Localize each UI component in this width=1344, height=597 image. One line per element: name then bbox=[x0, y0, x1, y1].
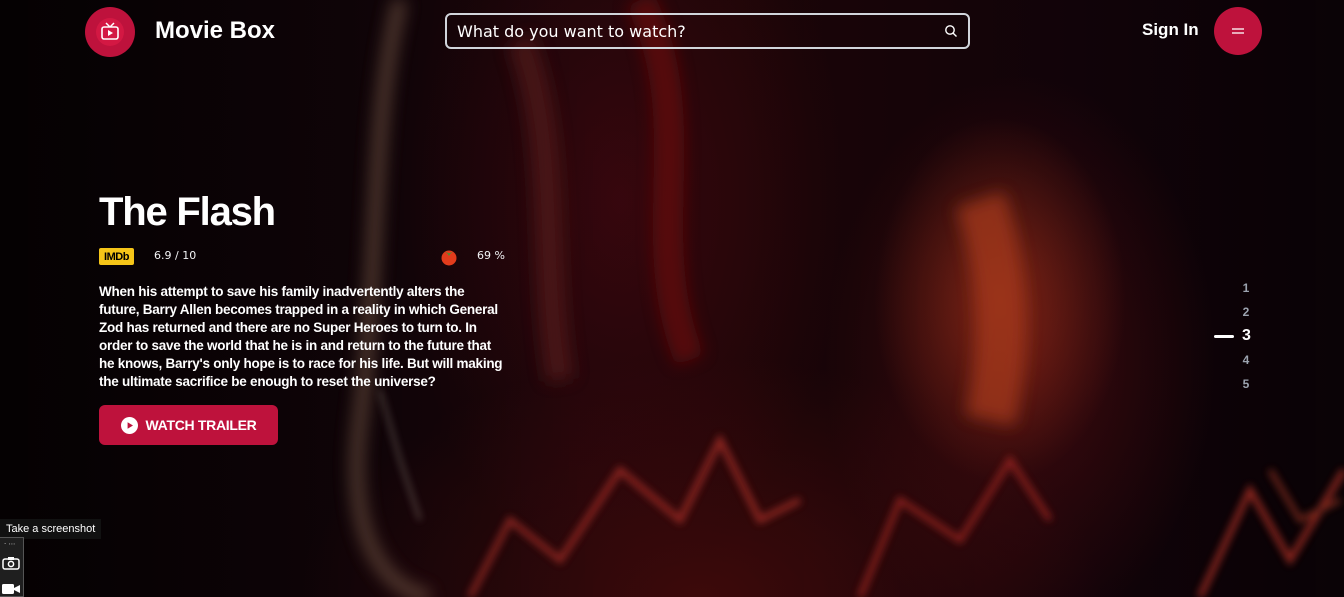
more-options-icon[interactable]: ⋅ ⋯ bbox=[4, 540, 15, 548]
watch-trailer-button[interactable]: WATCH TRAILER bbox=[99, 405, 278, 445]
play-icon bbox=[120, 416, 138, 434]
tomato-rating: 69 % bbox=[477, 249, 505, 262]
tv-icon bbox=[96, 18, 124, 46]
brand-name: Movie Box bbox=[155, 17, 276, 44]
pager-item-1[interactable]: 1 bbox=[1200, 276, 1250, 300]
sign-in-link[interactable]: Sign In bbox=[1142, 20, 1199, 40]
screenshot-tooltip: Take a screenshot bbox=[0, 519, 102, 539]
slide-pagination: 1 2 3 4 5 bbox=[1200, 276, 1251, 396]
imdb-rating: 6.9 / 10 bbox=[154, 249, 197, 262]
camera-icon[interactable] bbox=[2, 556, 20, 570]
movie-title: The Flash bbox=[99, 190, 276, 234]
search-input[interactable] bbox=[457, 21, 944, 41]
search-bar[interactable] bbox=[445, 13, 970, 49]
watch-trailer-label: WATCH TRAILER bbox=[145, 417, 257, 433]
movie-description: When his attempt to save his family inad… bbox=[99, 284, 503, 389]
pager-item-2[interactable]: 2 bbox=[1200, 300, 1250, 324]
search-icon[interactable] bbox=[944, 24, 958, 38]
screenshot-widget: ⋅ ⋯ bbox=[0, 537, 24, 597]
video-icon[interactable] bbox=[1, 582, 21, 596]
imdb-logo: IMDb bbox=[99, 248, 134, 265]
pager-item-3[interactable]: 3 bbox=[1200, 324, 1251, 348]
pager-item-4[interactable]: 4 bbox=[1200, 348, 1250, 372]
menu-button[interactable] bbox=[1214, 7, 1262, 55]
logo[interactable] bbox=[85, 7, 135, 57]
hamburger-icon bbox=[1232, 28, 1244, 34]
tomato-icon bbox=[441, 250, 457, 266]
pager-item-5[interactable]: 5 bbox=[1200, 372, 1250, 396]
